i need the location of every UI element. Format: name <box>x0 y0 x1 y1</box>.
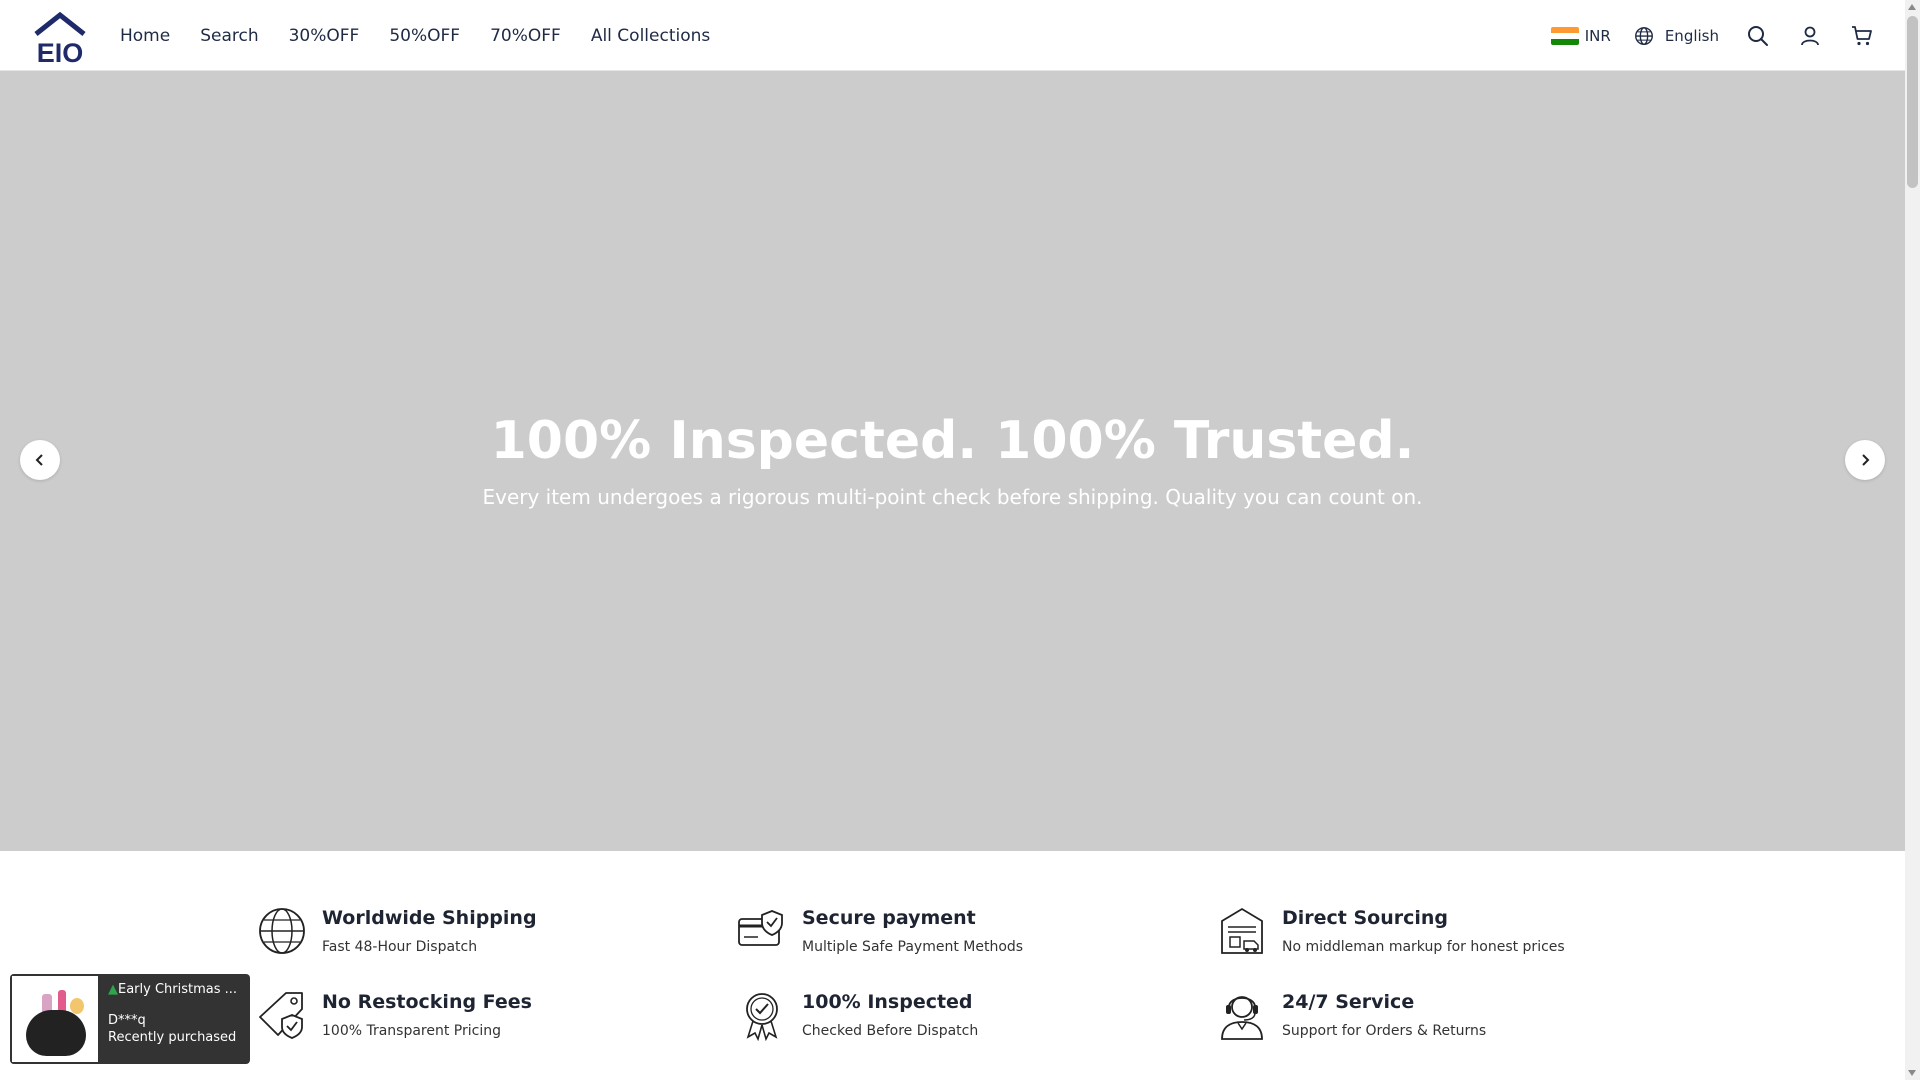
feature-title: 24/7 Service <box>1282 991 1415 1013</box>
scroll-up-arrow-icon[interactable] <box>1908 4 1916 10</box>
feature-subtitle: Checked Before Dispatch <box>802 1023 979 1039</box>
product-thumbnail <box>10 974 100 1064</box>
nav-all-collections[interactable]: All Collections <box>591 26 710 46</box>
feature-title: Secure payment <box>802 907 976 929</box>
popup-status: Recently purchased <box>108 1029 237 1045</box>
currency-selector[interactable]: INR <box>1550 26 1611 45</box>
cart-button[interactable] <box>1849 23 1875 49</box>
search-button[interactable] <box>1745 23 1771 49</box>
svg-text:EIO: EIO <box>37 38 84 64</box>
support-agent-icon <box>1216 989 1268 1041</box>
feature-title: Direct Sourcing <box>1282 907 1449 929</box>
feature-subtitle: No middleman markup for honest prices <box>1282 939 1565 955</box>
carousel-prev-button[interactable] <box>20 440 60 480</box>
nav-search[interactable]: Search <box>200 26 258 46</box>
feature-worldwide-shipping: Worldwide Shipping Fast 48-Hour Dispatch <box>256 905 716 965</box>
scroll-down-arrow-icon[interactable] <box>1908 1070 1916 1076</box>
currency-label: INR <box>1584 26 1611 45</box>
globe-icon <box>1634 26 1653 45</box>
india-flag-icon <box>1550 26 1579 45</box>
feature-title: 100% Inspected <box>802 991 973 1013</box>
main-nav: Home Search 30%OFF 50%OFF 70%OFF All Col… <box>120 0 710 71</box>
account-button[interactable] <box>1797 23 1823 49</box>
nav-50-off[interactable]: 50%OFF <box>389 26 460 46</box>
house-logo-icon: EIO <box>34 12 86 64</box>
feature-subtitle: Fast 48-Hour Dispatch <box>322 939 478 955</box>
feature-subtitle: Support for Orders & Returns <box>1282 1023 1487 1039</box>
logo[interactable]: EIO <box>30 12 90 64</box>
card-shield-icon <box>736 905 788 957</box>
cart-icon <box>1852 25 1872 45</box>
feature-subtitle: Multiple Safe Payment Methods <box>802 939 1024 955</box>
chevron-left-icon <box>35 454 43 466</box>
feature-title: Worldwide Shipping <box>322 907 537 929</box>
popup-customer: D***q <box>108 1012 146 1028</box>
chevron-right-icon <box>1862 454 1870 466</box>
nav-70-off[interactable]: 70%OFF <box>490 26 561 46</box>
feature-title: No Restocking Fees <box>322 991 532 1013</box>
globe-icon <box>256 905 308 957</box>
recent-purchase-popup[interactable]: ▲Early Christmas ... D***q Recently purc… <box>10 974 250 1064</box>
nav-home[interactable]: Home <box>120 26 170 46</box>
carousel-next-button[interactable] <box>1845 440 1885 480</box>
popup-product-title: Early Christmas ... <box>118 982 238 997</box>
hero-subtitle: Every item undergoes a rigorous multi-po… <box>482 485 1423 509</box>
badge-check-icon <box>736 989 788 1042</box>
scroll-thumb[interactable] <box>1907 16 1918 188</box>
search-icon <box>1748 25 1768 46</box>
hero-title: 100% Inspected. 100% Trusted. <box>490 411 1415 471</box>
feature-subtitle: 100% Transparent Pricing <box>322 1023 501 1039</box>
language-label: English <box>1664 26 1719 45</box>
page: EIO Home Search 30%OFF 50%OFF 70%OFF All… <box>0 0 1920 1080</box>
christmas-tree-icon: ▲ <box>108 982 118 997</box>
language-selector[interactable]: English <box>1633 25 1719 47</box>
header-actions: INR English <box>1550 0 1875 71</box>
user-icon <box>1801 26 1819 45</box>
warehouse-icon <box>1216 905 1268 957</box>
nav-30-off[interactable]: 30%OFF <box>289 26 360 46</box>
feature-100-inspected: 100% Inspected Checked Before Dispatch <box>736 989 1196 1049</box>
page-scrollbar[interactable] <box>1905 0 1920 1080</box>
hero-banner: 100% Inspected. 100% Trusted. Every item… <box>0 71 1905 851</box>
feature-24-7-service: 24/7 Service Support for Orders & Return… <box>1216 989 1676 1049</box>
feature-no-restocking-fees: No Restocking Fees 100% Transparent Pric… <box>256 989 716 1049</box>
price-tag-check-icon <box>256 989 308 1041</box>
feature-direct-sourcing: Direct Sourcing No middleman markup for … <box>1216 905 1676 965</box>
site-header: EIO Home Search 30%OFF 50%OFF 70%OFF All… <box>0 0 1905 71</box>
feature-secure-payment: Secure payment Multiple Safe Payment Met… <box>736 905 1196 965</box>
